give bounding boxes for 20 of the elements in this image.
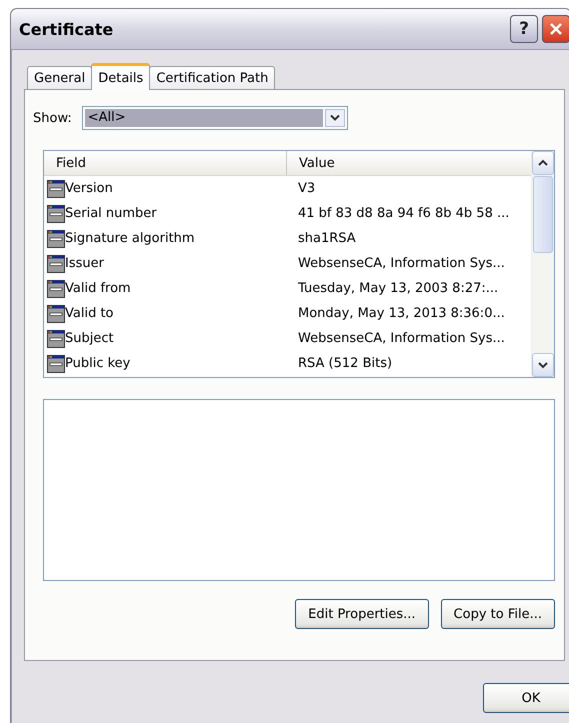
help-button[interactable]: ?	[510, 15, 538, 43]
list-row[interactable]: Public key RSA (512 Bits)	[44, 351, 531, 376]
column-header[interactable]: Field	[44, 151, 287, 175]
show-dropdown[interactable]: <All>	[82, 106, 348, 130]
action-button[interactable]: Edit Properties...	[295, 599, 429, 629]
action-button[interactable]: Copy to File...	[440, 599, 555, 629]
column-header[interactable]: Value	[287, 151, 531, 175]
list-row[interactable]: Issuer WebsenseCA, Information Sys...	[44, 251, 531, 276]
list-row[interactable]: Serial number 41 bf 83 d8 8a 94 f6 8b 4b 58 ...	[44, 201, 531, 226]
list-row[interactable]: Valid from Tuesday, May 13, 2003 8:27:...	[44, 276, 531, 301]
tab[interactable]: Details	[91, 63, 150, 90]
window-title: Certificate	[19, 20, 114, 38]
show-label: Show:	[33, 110, 72, 126]
list-row[interactable]: Subject WebsenseCA, Information Sys...	[44, 326, 531, 351]
tab[interactable]: General	[27, 66, 92, 89]
list-row[interactable]: Version V3	[44, 176, 531, 201]
ok-button[interactable]: OK	[483, 683, 569, 713]
list-row[interactable]: Signature algorithm sha1RSA	[44, 226, 531, 251]
tab[interactable]: Certification Path	[149, 66, 276, 89]
list-row[interactable]: Valid to Monday, May 13, 2013 8:36:0...	[44, 301, 531, 326]
